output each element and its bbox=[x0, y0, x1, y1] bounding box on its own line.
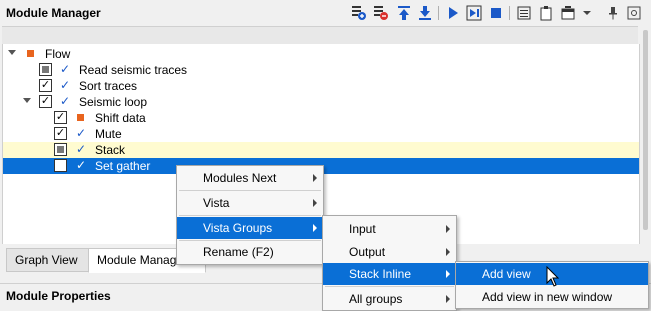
module-marker-icon bbox=[27, 50, 34, 57]
run-icon[interactable] bbox=[444, 4, 462, 22]
move-down-icon[interactable] bbox=[416, 4, 434, 22]
tree-item-label: Sort traces bbox=[79, 79, 138, 93]
tree-item-stack[interactable]: ✓ Stack bbox=[3, 142, 639, 158]
tree-item-sort-traces[interactable]: ✓ ✓ Sort traces bbox=[3, 78, 639, 94]
menu-item-label: Vista Groups bbox=[203, 221, 273, 235]
tree-item-label: Read seismic traces bbox=[79, 63, 188, 77]
module-checkbox[interactable]: ✓ bbox=[54, 159, 67, 172]
submenu-arrow-icon bbox=[313, 199, 317, 207]
tree-item-label: Seismic loop bbox=[79, 95, 148, 109]
check-mark-icon: ✓ bbox=[76, 126, 87, 140]
tree-item-mute[interactable]: ✓ ✓ Mute bbox=[3, 126, 639, 142]
menu-item-stack-inline[interactable]: Stack Inline bbox=[323, 263, 456, 285]
tree-item-shift-data[interactable]: ✓ Shift data bbox=[3, 110, 639, 126]
module-checkbox[interactable]: ✓ bbox=[39, 79, 52, 92]
menu-item-label: Stack Inline bbox=[349, 267, 412, 281]
settings-icon[interactable] bbox=[625, 4, 643, 22]
submenu-arrow-icon bbox=[446, 248, 450, 256]
menu-item-vista-groups[interactable]: Vista Groups bbox=[177, 217, 323, 239]
module-checkbox[interactable] bbox=[39, 63, 52, 76]
dropdown-icon[interactable] bbox=[578, 4, 596, 22]
list-icon[interactable] bbox=[515, 4, 533, 22]
run-step-icon[interactable] bbox=[465, 4, 483, 22]
module-properties-title: Module Properties bbox=[6, 289, 111, 303]
menu-item-label: Output bbox=[349, 245, 386, 259]
context-menu: Modules Next Vista Vista Groups Rename (… bbox=[176, 165, 324, 265]
module-checkbox[interactable]: ✓ bbox=[54, 127, 67, 140]
add-module-icon[interactable] bbox=[350, 4, 368, 22]
menu-item-label: All groups bbox=[349, 292, 403, 306]
menu-item-label: Modules Next bbox=[203, 171, 277, 185]
menu-item-label: Rename (F2) bbox=[203, 245, 274, 259]
menu-item-label: Input bbox=[349, 222, 376, 236]
menu-item-label: Vista bbox=[203, 196, 230, 210]
pin-icon[interactable] bbox=[604, 4, 622, 22]
tree-item-flow[interactable]: Flow bbox=[3, 46, 639, 62]
window-layout-icon[interactable] bbox=[559, 4, 577, 22]
menu-item-all-groups[interactable]: All groups bbox=[323, 288, 456, 310]
menu-item-rename[interactable]: Rename (F2) bbox=[177, 241, 323, 263]
stop-icon[interactable] bbox=[487, 4, 505, 22]
tree-item-label: Flow bbox=[45, 47, 71, 61]
module-marker-icon bbox=[77, 114, 84, 121]
window-title: Module Manager bbox=[6, 6, 101, 20]
menu-separator bbox=[325, 286, 454, 287]
menu-item-label: Add view bbox=[482, 267, 531, 281]
submenu-arrow-icon bbox=[313, 174, 317, 182]
vista-groups-submenu: Input Output Stack Inline All groups bbox=[322, 215, 457, 311]
expand-arrow-icon[interactable] bbox=[8, 50, 16, 55]
menu-separator bbox=[179, 190, 321, 191]
menu-item-modules-next[interactable]: Modules Next bbox=[177, 167, 323, 189]
menu-separator bbox=[179, 215, 321, 216]
module-checkbox[interactable] bbox=[54, 143, 67, 156]
move-up-icon[interactable] bbox=[395, 4, 413, 22]
tab-graph-view[interactable]: Graph View bbox=[6, 248, 92, 272]
clipboard-icon[interactable] bbox=[537, 4, 555, 22]
check-mark-icon: ✓ bbox=[60, 62, 71, 76]
submenu-arrow-icon bbox=[313, 224, 317, 232]
menu-item-input[interactable]: Input bbox=[323, 218, 456, 240]
tree-item-label: Shift data bbox=[95, 111, 146, 125]
check-mark-icon: ✓ bbox=[60, 78, 71, 92]
tree-item-seismic-loop[interactable]: ✓ ✓ Seismic loop bbox=[3, 94, 639, 110]
tree-item-label: Stack bbox=[95, 143, 126, 157]
scrollbar-thumb[interactable] bbox=[643, 30, 648, 230]
module-checkbox[interactable]: ✓ bbox=[54, 111, 67, 124]
tree-item-read-seismic-traces[interactable]: ✓ Read seismic traces bbox=[3, 62, 639, 78]
remove-module-icon[interactable] bbox=[372, 4, 390, 22]
submenu-arrow-icon bbox=[446, 270, 450, 278]
expand-arrow-icon[interactable] bbox=[23, 98, 31, 103]
check-mark-icon: ✓ bbox=[76, 158, 87, 172]
menu-item-vista[interactable]: Vista bbox=[177, 192, 323, 214]
tree-header-strip bbox=[2, 26, 638, 46]
menu-item-output[interactable]: Output bbox=[323, 241, 456, 263]
module-checkbox[interactable]: ✓ bbox=[39, 95, 52, 108]
submenu-arrow-icon bbox=[446, 225, 450, 233]
title-bar: Module Manager bbox=[0, 0, 651, 26]
submenu-arrow-icon bbox=[446, 295, 450, 303]
check-mark-icon: ✓ bbox=[60, 94, 71, 108]
tree-item-label: Mute bbox=[95, 127, 122, 141]
mouse-cursor-icon bbox=[546, 265, 560, 291]
check-mark-icon: ✓ bbox=[76, 142, 87, 156]
tree-item-label: Set gather bbox=[95, 159, 151, 173]
